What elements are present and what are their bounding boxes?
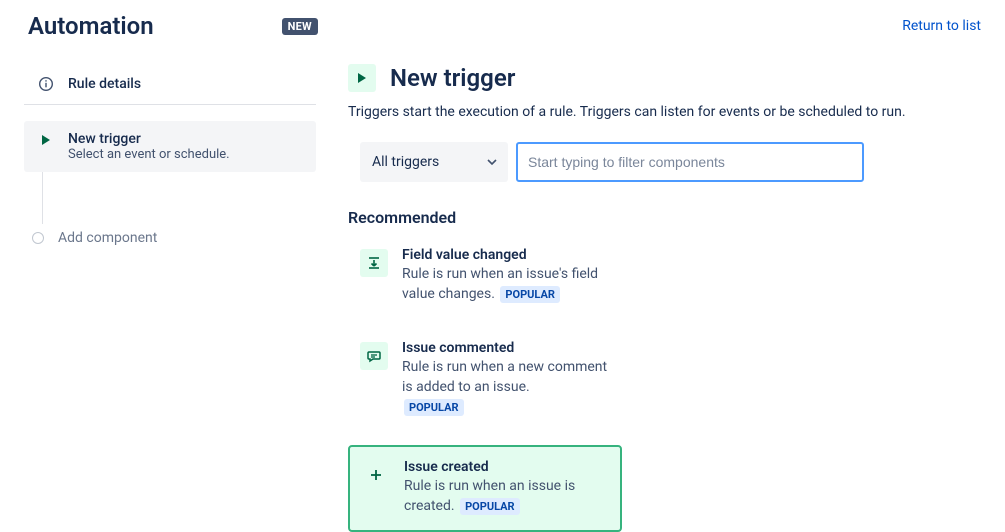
dropdown-selected: All triggers (372, 154, 439, 170)
content: Rule details New trigger Select an event… (0, 40, 1005, 532)
sidebar-item-new-trigger[interactable]: New trigger Select an event or schedule. (24, 121, 316, 172)
rule-details-label: Rule details (68, 76, 141, 92)
info-icon (36, 76, 56, 92)
main-head: New trigger (348, 64, 981, 92)
new-trigger-subtitle: Select an event or schedule. (68, 147, 230, 162)
empty-circle-icon (32, 232, 44, 244)
header: Automation NEW Return to list (0, 0, 1005, 40)
card-title: Field value changed (402, 247, 610, 263)
add-component-label: Add component (58, 230, 157, 246)
play-icon (36, 133, 56, 147)
field-change-icon (360, 249, 388, 277)
return-link[interactable]: Return to list (902, 18, 981, 34)
chevron-down-icon (486, 156, 498, 168)
card-title: Issue created (404, 459, 608, 475)
new-trigger-label: New trigger (68, 131, 230, 147)
card-desc: Rule is run when a new comment is added … (402, 358, 610, 417)
main: New trigger Triggers start the execution… (340, 64, 981, 532)
page-title: Automation (28, 12, 154, 40)
trigger-card-field-value-changed[interactable]: Field value changed Rule is run when an … (348, 239, 622, 312)
plus-icon (362, 461, 390, 489)
sidebar: Rule details New trigger Select an event… (24, 64, 316, 532)
trigger-category-dropdown[interactable]: All triggers (360, 142, 508, 182)
trigger-card-issue-created[interactable]: Issue created Rule is run when an issue … (348, 445, 622, 532)
popular-badge: POPULAR (500, 286, 560, 303)
comment-icon (360, 342, 388, 370)
sidebar-item-rule-details[interactable]: Rule details (24, 64, 316, 105)
main-description: Triggers start the execution of a rule. … (348, 102, 908, 122)
section-recommended: Recommended (348, 208, 981, 227)
connector-rail (42, 172, 316, 224)
popular-badge: POPULAR (460, 498, 520, 515)
header-left: Automation NEW (28, 12, 318, 40)
main-title: New trigger (390, 64, 515, 92)
card-title: Issue commented (402, 340, 610, 356)
filter-input[interactable] (516, 142, 864, 182)
popular-badge: POPULAR (404, 399, 464, 416)
recommended-cards: Field value changed Rule is run when an … (348, 239, 622, 532)
card-desc: Rule is run when an issue's field value … (402, 265, 610, 304)
filter-row: All triggers (360, 142, 981, 182)
new-badge: NEW (282, 18, 318, 35)
play-icon (348, 64, 376, 92)
card-desc: Rule is run when an issue is created. PO… (404, 477, 608, 516)
add-component[interactable]: Add component (24, 224, 316, 252)
trigger-card-issue-commented[interactable]: Issue commented Rule is run when a new c… (348, 332, 622, 425)
